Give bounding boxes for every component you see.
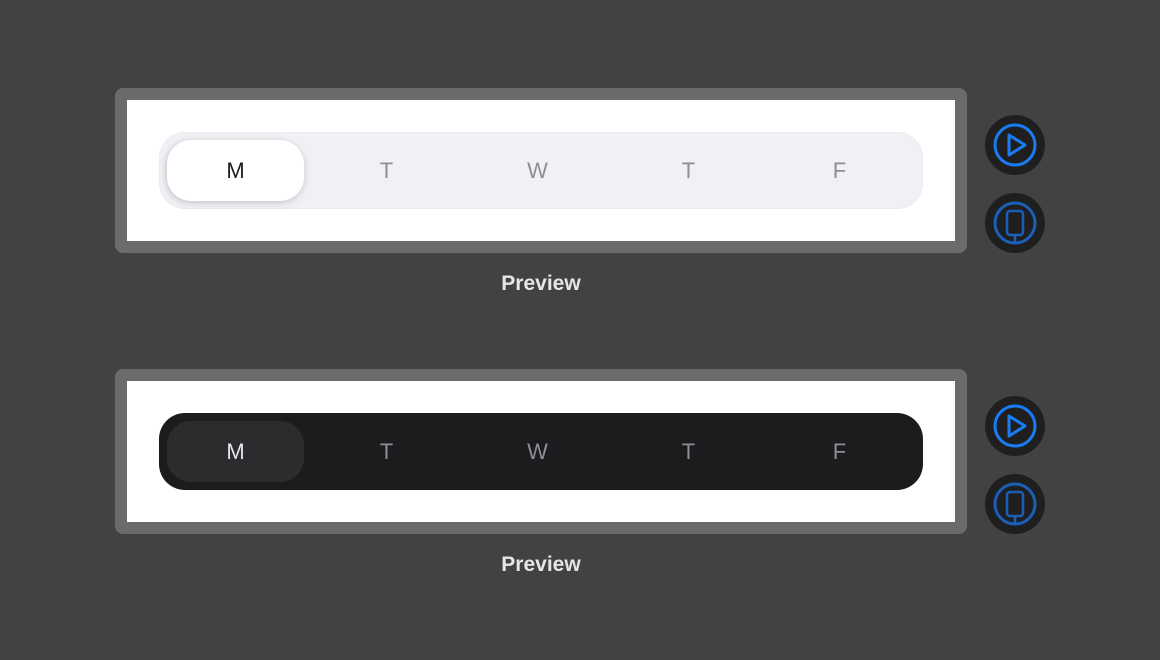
segment-thursday[interactable]: T — [620, 421, 757, 482]
preview-caption: Preview — [501, 272, 581, 295]
preview-frame: M T W T F — [115, 88, 967, 253]
preview-caption: Preview — [501, 553, 581, 576]
segment-tuesday[interactable]: T — [318, 421, 455, 482]
device-settings-button[interactable] — [985, 193, 1045, 253]
device-icon — [993, 201, 1037, 245]
segment-thursday[interactable]: T — [620, 140, 757, 201]
segment-wednesday[interactable]: W — [469, 140, 606, 201]
live-preview-button[interactable] — [985, 115, 1045, 175]
preview-frame: M T W T F — [115, 369, 967, 534]
day-segmented-control: M T W T F — [159, 413, 923, 490]
preview-canvas: M T W T F — [127, 381, 955, 522]
segment-wednesday[interactable]: W — [469, 421, 606, 482]
segment-monday[interactable]: M — [167, 421, 304, 482]
play-circle-icon — [993, 404, 1037, 448]
device-settings-button[interactable] — [985, 474, 1045, 534]
live-preview-button[interactable] — [985, 396, 1045, 456]
segment-friday[interactable]: F — [771, 421, 908, 482]
day-segmented-control: M T W T F — [159, 132, 923, 209]
preview-canvas: M T W T F — [127, 100, 955, 241]
segment-monday[interactable]: M — [167, 140, 304, 201]
play-circle-icon — [993, 123, 1037, 167]
device-icon — [993, 482, 1037, 526]
segment-friday[interactable]: F — [771, 140, 908, 201]
segment-tuesday[interactable]: T — [318, 140, 455, 201]
